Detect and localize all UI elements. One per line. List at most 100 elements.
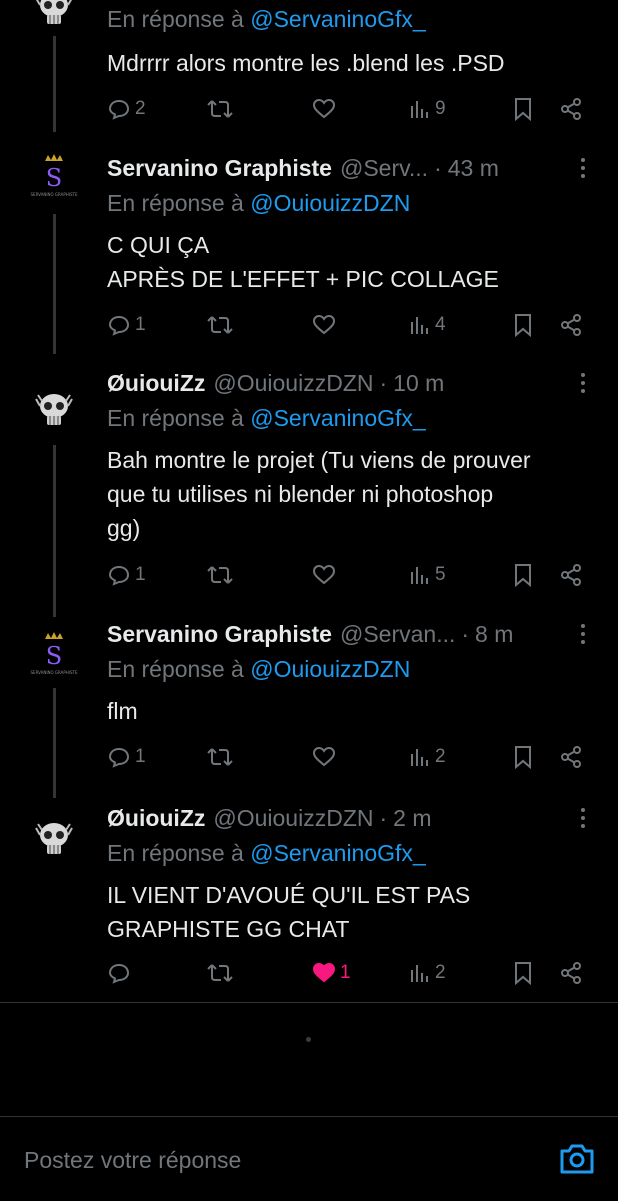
skull-avatar-icon [35,823,73,854]
views-count: 4 [435,314,446,335]
avatar[interactable] [30,0,78,32]
share-button[interactable] [559,309,583,341]
views-icon [411,101,428,118]
user-handle[interactable]: @Servan... [340,621,455,648]
mention-link[interactable]: @ServaninoGfx_ [250,6,426,32]
more-options-icon[interactable] [578,367,588,399]
tweet-header: ØuiouiZz @OuiouizzDZN · 10 m [107,367,588,399]
separator-dot: · [434,154,442,181]
display-name[interactable]: ØuiouiZz [107,370,205,397]
views-count: 9 [435,98,446,119]
retweet-button[interactable] [207,741,233,773]
like-button[interactable] [312,559,336,591]
views-button[interactable]: 4 [409,309,446,341]
reply-button[interactable]: 1 [107,559,146,591]
reply-button[interactable]: 1 [107,741,146,773]
like-button[interactable] [312,741,336,773]
retweet-button[interactable] [207,93,233,125]
views-button[interactable]: 2 [409,741,446,773]
tweet[interactable]: ØuiouiZz @OuiouizzDZN · 10 m En réponse … [0,355,618,617]
reply-context: En réponse à @ServaninoGfx_ [107,405,426,432]
retweet-button[interactable] [207,309,233,341]
mention-link[interactable]: @ServaninoGfx_ [250,840,426,866]
more-options-icon[interactable] [578,152,588,184]
tweet[interactable]: S SERVANINO GRAPHISTE Servanino Graphist… [0,142,618,354]
retweet-button[interactable] [207,957,233,989]
skull-avatar-icon [35,0,73,24]
timestamp[interactable]: 43 m [448,155,499,182]
share-button[interactable] [559,93,583,125]
views-button[interactable]: 2 [409,957,446,989]
display-name[interactable]: ØuiouiZz [107,805,205,832]
bookmark-button[interactable] [512,93,534,125]
reply-count: 2 [135,98,146,119]
reply-count: 1 [135,746,146,767]
timestamp[interactable]: 8 m [475,621,513,648]
retweet-button[interactable] [207,559,233,591]
avatar[interactable]: S SERVANINO GRAPHISTE [30,630,78,678]
reply-icon [108,315,130,336]
share-button[interactable] [559,741,583,773]
timestamp[interactable]: 10 m [393,370,444,397]
avatar[interactable] [30,814,78,862]
camera-button[interactable] [558,1141,596,1177]
avatar[interactable] [30,385,78,433]
bookmark-button[interactable] [512,559,534,591]
user-handle[interactable]: @OuiouizzDZN [213,805,373,832]
user-handle[interactable]: @Serv... [340,155,428,182]
reply-button[interactable]: 1 [107,309,146,341]
share-icon [561,962,581,984]
bookmark-button[interactable] [512,957,534,989]
reply-context: En réponse à @OuiouizzDZN [107,656,410,683]
reply-count: 1 [135,564,146,585]
display-name[interactable]: Servanino Graphiste [107,155,332,182]
more-options-icon[interactable] [578,618,588,650]
like-button[interactable] [312,309,336,341]
separator-dot: · [461,620,470,647]
tweet[interactable]: ØuiouiZz @OuiouizzDZN · 2 m En réponse à… [0,792,618,1002]
avatar[interactable]: S SERVANINO GRAPHISTE [30,152,78,200]
display-name[interactable]: Servanino Graphiste [107,621,332,648]
mention-link[interactable]: @OuiouizzDZN [250,656,410,682]
heart-icon [312,314,336,335]
views-icon [411,567,428,584]
retweet-icon [207,100,233,118]
bookmark-icon [515,746,531,769]
svg-text:S: S [46,164,62,192]
retweet-icon [207,964,233,982]
reply-prefix: En réponse à [107,190,244,216]
logo-text: SERVANINO GRAPHISTE [31,192,78,197]
share-icon [561,564,581,586]
like-button[interactable] [312,93,336,125]
reply-prefix: En réponse à [107,656,244,682]
logo-text: SERVANINO GRAPHISTE [31,670,78,675]
views-button[interactable]: 9 [409,93,446,125]
tweet-text: C QUI ÇA APRÈS DE L'EFFET + PIC COLLAGE [107,232,499,292]
reply-button[interactable] [107,957,131,989]
retweet-icon [207,748,233,766]
tweet-actions: 1 4 [107,309,587,341]
timestamp[interactable]: 2 m [393,805,431,832]
reply-context: En réponse à @ServaninoGfx_ [107,6,426,33]
user-handle[interactable]: @OuiouizzDZN [213,370,373,397]
reply-input[interactable] [22,1137,506,1183]
separator-dot: · [379,369,388,396]
retweet-icon [207,316,233,334]
views-icon [411,965,428,982]
tweet[interactable]: S SERVANINO GRAPHISTE Servanino Graphist… [0,608,618,798]
bookmark-button[interactable] [512,741,534,773]
reply-context: En réponse à @ServaninoGfx_ [107,840,426,867]
tweet-actions: 1 2 [107,741,587,773]
share-button[interactable] [559,957,583,989]
mention-link[interactable]: @OuiouizzDZN [250,190,410,216]
more-options-icon[interactable] [578,802,588,834]
mention-link[interactable]: @ServaninoGfx_ [250,405,426,431]
bookmark-button[interactable] [512,309,534,341]
share-button[interactable] [559,559,583,591]
reply-count: 1 [135,314,146,335]
tweet-text: flm [107,698,138,724]
reply-button[interactable]: 2 [107,93,146,125]
like-button[interactable]: 1 [312,957,351,989]
views-button[interactable]: 5 [409,559,446,591]
tweet[interactable]: En réponse à @ServaninoGfx_ Mdrrrr alors… [0,0,618,132]
